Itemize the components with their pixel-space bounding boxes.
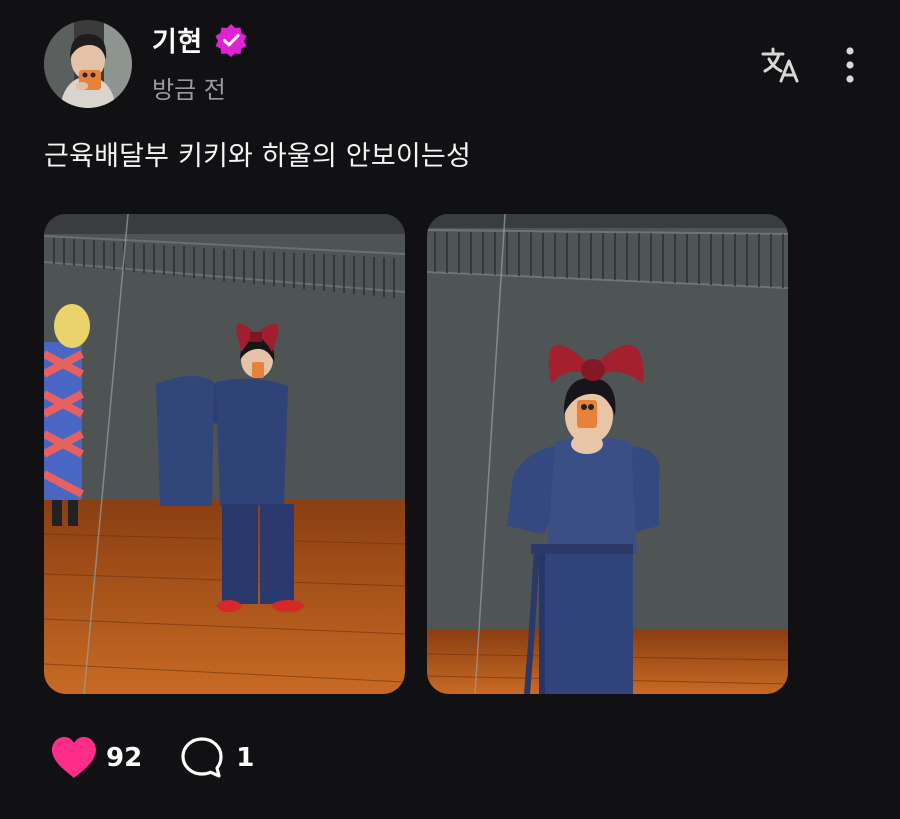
post-photo-2[interactable] <box>427 214 788 694</box>
post-caption: 근육배달부 키키와 하울의 안보이는성 <box>44 141 471 172</box>
verified-badge-icon <box>213 22 249 58</box>
comment-bubble-icon <box>181 737 223 778</box>
translate-button[interactable] <box>756 40 806 90</box>
avatar[interactable] <box>44 20 132 108</box>
author-name[interactable]: 기현 <box>152 20 203 59</box>
heart-filled-icon <box>52 737 96 778</box>
post-photo-1[interactable] <box>44 214 405 694</box>
like-count: 92 <box>106 743 143 773</box>
more-options-button[interactable] <box>828 40 872 90</box>
reply-count: 1 <box>236 743 255 773</box>
post-timestamp: 방금 전 <box>152 76 226 104</box>
engagement-bar: 92 1 <box>50 736 254 780</box>
more-vertical-icon <box>846 47 854 83</box>
translate-icon <box>761 47 799 83</box>
author-row: 기현 <box>152 20 249 59</box>
reply-button[interactable]: 1 <box>180 736 254 780</box>
like-button[interactable]: 92 <box>50 736 142 780</box>
